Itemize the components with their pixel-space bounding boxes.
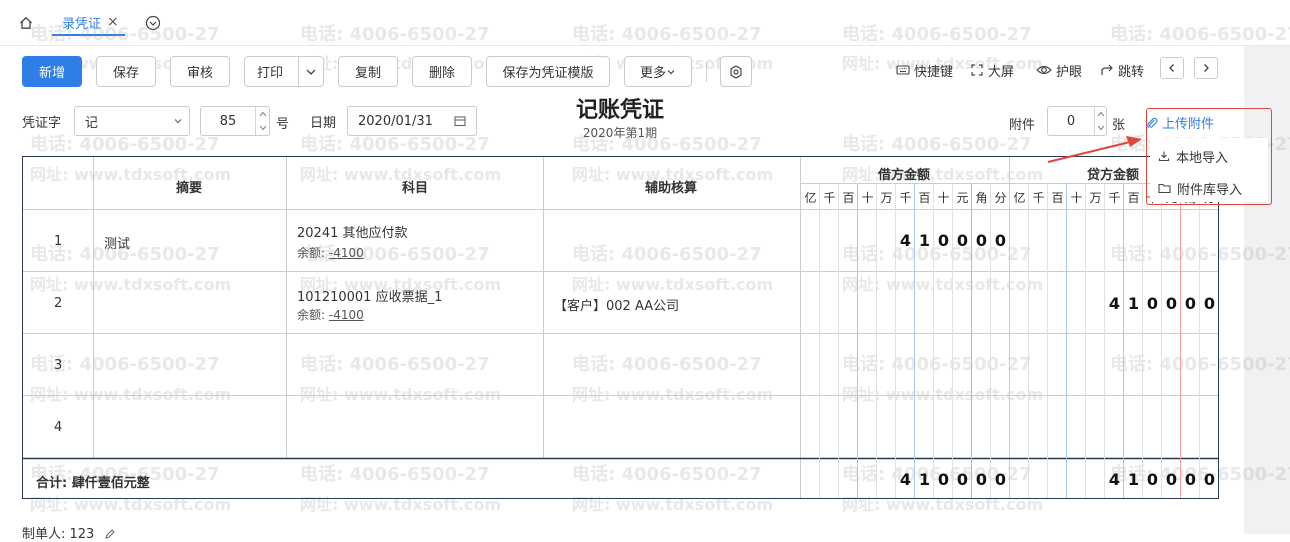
debit-unit: 百 (918, 191, 931, 205)
total-debit-digit: 0 (975, 470, 988, 489)
credit-digit[interactable]: 0 (1162, 294, 1181, 313)
debit-unit: 分 (994, 191, 1007, 205)
credit-digit[interactable]: 0 (1181, 294, 1200, 313)
credit-digit[interactable]: 4 (1105, 294, 1124, 313)
total-debit-digit: 0 (994, 470, 1007, 489)
total-debit-digit: 0 (937, 470, 950, 489)
total-credit-digit: 0 (1146, 470, 1159, 489)
credit-unit: 百 (1051, 191, 1064, 205)
header-debit: 借方金额 (878, 168, 931, 183)
balance-link[interactable]: -4100 (329, 246, 364, 260)
header-summary: 摘要 (176, 181, 203, 196)
debit-unit: 百 (842, 191, 855, 205)
debit-digit[interactable]: 0 (991, 231, 1010, 250)
annotation-arrow (1047, 136, 1142, 163)
credit-digit[interactable]: 0 (1143, 294, 1162, 313)
total-credit-digit: 4 (1108, 470, 1121, 489)
debit-unit: 元 (956, 191, 969, 205)
total-credit-digit: 0 (1203, 470, 1216, 489)
credit-unit: 百 (1127, 191, 1140, 205)
debit-digit[interactable]: 0 (972, 231, 991, 250)
credit-unit: 亿 (1013, 191, 1026, 205)
row-number: 1 (54, 234, 63, 249)
account-balance: 余额: -4100 (297, 308, 364, 322)
auxiliary-cell[interactable]: 【客户】002 AA公司 (554, 295, 679, 314)
account-balance: 余额: -4100 (297, 246, 364, 260)
debit-unit: 千 (899, 191, 912, 205)
credit-digit[interactable]: 1 (1124, 294, 1143, 313)
debit-digit[interactable]: 0 (953, 231, 972, 250)
credit-unit: 千 (1108, 191, 1121, 205)
total-debit-digit: 1 (918, 470, 931, 489)
header-account: 科目 (402, 181, 429, 196)
total-credit-digit: 1 (1127, 470, 1140, 489)
total-debit-digit: 4 (899, 470, 912, 489)
account-cell[interactable]: 101210001 应收票据_1 (297, 286, 442, 305)
debit-unit: 十 (861, 191, 874, 205)
debit-unit: 亿 (804, 191, 817, 205)
voucher-grid (23, 157, 1218, 498)
highlight-box (1146, 108, 1272, 205)
credit-unit: 十 (1070, 191, 1083, 205)
total-credit-digit: 0 (1165, 470, 1178, 489)
balance-link[interactable]: -4100 (329, 308, 364, 322)
credit-digit[interactable]: 0 (1200, 294, 1219, 313)
debit-unit: 万 (880, 191, 893, 205)
total-debit-digit: 0 (956, 470, 969, 489)
row-number: 2 (54, 296, 63, 311)
debit-unit: 千 (823, 191, 836, 205)
edit-icon[interactable] (104, 528, 116, 540)
debit-unit: 角 (975, 191, 988, 205)
debit-digit[interactable]: 0 (934, 231, 953, 250)
credit-unit: 千 (1032, 191, 1045, 205)
credit-unit: 万 (1089, 191, 1102, 205)
total-credit-digit: 0 (1184, 470, 1197, 489)
debit-digit[interactable]: 1 (915, 231, 934, 250)
preparer-info: 制单人: 123 (22, 523, 116, 542)
header-auxiliary: 辅助核算 (645, 181, 698, 196)
row-number: 4 (54, 420, 63, 435)
summary-cell[interactable]: 测试 (104, 233, 130, 252)
debit-unit: 十 (937, 191, 950, 205)
debit-digit[interactable]: 4 (896, 231, 915, 250)
account-cell[interactable]: 20241 其他应付款 (297, 222, 408, 241)
total-label: 合计: 肆仟壹佰元整 (36, 476, 150, 491)
row-number: 3 (54, 358, 63, 373)
